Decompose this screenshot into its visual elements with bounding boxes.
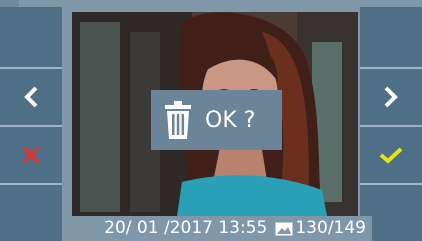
- delete-confirm-dialog: OK ?: [151, 90, 282, 150]
- date-time: 20/ 01 /2017 13:55: [104, 218, 268, 238]
- chevron-left-icon: [24, 86, 38, 108]
- trash-icon: [165, 101, 191, 139]
- image-total: /149: [327, 218, 366, 238]
- left-button-column: [0, 7, 62, 241]
- check-icon: [379, 147, 403, 164]
- right-top-button[interactable]: [360, 7, 422, 67]
- confirm-button[interactable]: [360, 125, 422, 183]
- image-counter: 130 /149: [275, 216, 366, 241]
- next-button[interactable]: [360, 67, 422, 125]
- status-bar: 20/ 01 /2017 13:55 130 /149: [72, 216, 372, 241]
- chevron-right-icon: [384, 86, 398, 108]
- left-bottom-button[interactable]: [0, 183, 62, 241]
- photo-icon: [275, 222, 293, 235]
- left-top-button[interactable]: [0, 7, 62, 67]
- delete-prompt-text: OK ?: [205, 107, 256, 133]
- image-index: 130: [295, 218, 328, 238]
- close-icon: [22, 146, 40, 164]
- right-button-column: [360, 7, 422, 241]
- previous-button[interactable]: [0, 67, 62, 125]
- cancel-button[interactable]: [0, 125, 62, 183]
